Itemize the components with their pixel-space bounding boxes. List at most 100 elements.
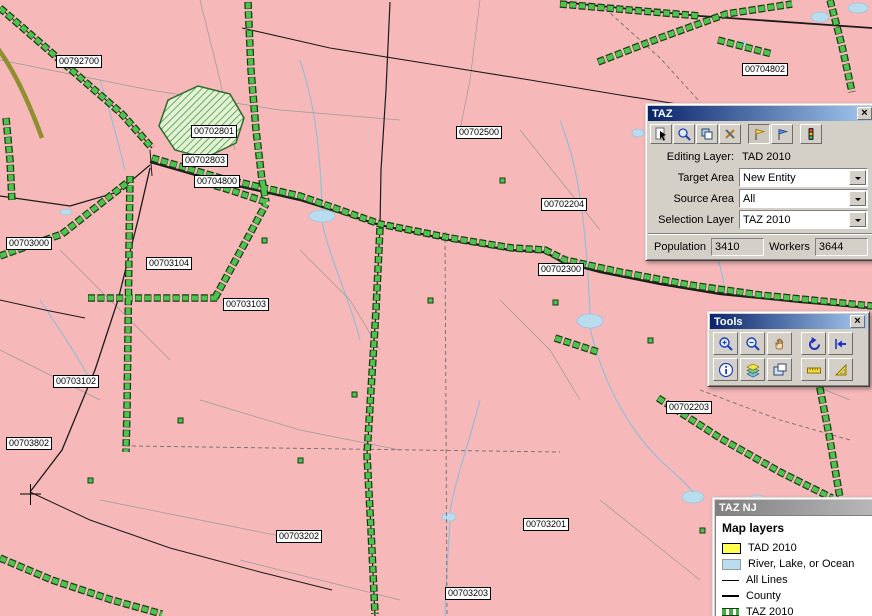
- taz-id-label: 00703102: [53, 375, 99, 388]
- legend-window-titlebar[interactable]: TAZ NJ: [715, 500, 872, 515]
- overlap-view-icon: [700, 127, 714, 141]
- legend-item: TAD 2010: [722, 540, 870, 556]
- taz-id-label: 00792700: [56, 55, 102, 68]
- taz-id-label: 00703203: [445, 587, 491, 600]
- measure-area-icon: [833, 362, 849, 378]
- close-icon[interactable]: ×: [857, 107, 872, 120]
- source-area-dropdown[interactable]: All: [739, 189, 868, 208]
- field-row-source-area: Source AreaAll: [648, 188, 872, 209]
- tools-row-2: [710, 355, 867, 381]
- measure-area-button[interactable]: [828, 358, 853, 381]
- zoom-out-button[interactable]: [740, 332, 765, 355]
- swatch-county-icon: [722, 595, 739, 597]
- taz-window-titlebar[interactable]: TAZ ×: [648, 106, 872, 121]
- traffic-light-button[interactable]: [800, 124, 822, 144]
- taz-id-label: 00702300: [538, 263, 584, 276]
- measure-length-button[interactable]: [801, 358, 826, 381]
- flag-blue-button[interactable]: [771, 124, 793, 144]
- legend-label: TAZ 2010: [746, 606, 794, 616]
- map-windows-button[interactable]: [767, 358, 792, 381]
- legend-window-title: TAZ NJ: [719, 502, 872, 514]
- undo-button[interactable]: [801, 332, 826, 355]
- swatch-tad-icon: [722, 543, 741, 554]
- legend-window: TAZ NJ Map layers TAD 2010 River, Lake, o…: [712, 497, 872, 616]
- layers-button[interactable]: [740, 358, 765, 381]
- workers-label: Workers: [769, 241, 810, 253]
- population-label: Population: [654, 241, 706, 253]
- taz-toolbar: [648, 121, 872, 146]
- legend-item: County: [722, 588, 870, 604]
- tools-icon: [723, 127, 737, 141]
- select-feature-icon: [654, 127, 668, 141]
- swatch-water-icon: [722, 559, 741, 570]
- select-feature-button[interactable]: [650, 124, 672, 144]
- undo-all-icon: [833, 336, 849, 352]
- undo-all-button[interactable]: [828, 332, 853, 355]
- taz-form: Editing Layer:TAD 2010Target AreaNew Ent…: [648, 146, 872, 230]
- editing-layer-value: TAD 2010: [739, 151, 868, 163]
- legend-label: County: [746, 590, 781, 602]
- swatch-alllines-icon: [722, 580, 739, 581]
- flag-yellow-icon: [752, 127, 766, 141]
- taz-window: TAZ ×: [645, 103, 872, 261]
- taz-id-label: 00703202: [276, 530, 322, 543]
- chevron-down-icon[interactable]: [849, 170, 866, 185]
- taz-id-label: 00703104: [146, 257, 192, 270]
- measure-length-icon: [806, 362, 822, 378]
- info-icon: [718, 362, 734, 378]
- info-button[interactable]: [713, 358, 738, 381]
- zoom-in-icon: [718, 336, 734, 352]
- overlap-view-button[interactable]: [696, 124, 718, 144]
- tools-row-1: [710, 329, 867, 355]
- selection-layer-label: Selection Layer: [648, 214, 739, 226]
- layers-icon: [745, 362, 761, 378]
- population-value: 3410: [711, 238, 764, 256]
- taz-stats: Population 3410 Workers 3644: [648, 233, 872, 258]
- pan-hand-icon: [772, 336, 788, 352]
- magnifier-icon: [677, 127, 691, 141]
- tools-window: Tools ×: [707, 311, 870, 387]
- map-view: 00792700 00704802 00702801 00702500 00702803…: [0, 0, 872, 616]
- taz-window-title: TAZ: [652, 108, 857, 120]
- flag-yellow-button[interactable]: [748, 124, 770, 144]
- field-row-editing-layer: Editing Layer:TAD 2010: [648, 146, 872, 167]
- legend-items: TAD 2010 River, Lake, or Ocean All Lines Co…: [722, 540, 870, 616]
- tools-button[interactable]: [719, 124, 741, 144]
- taz-id-label: 00703103: [223, 298, 269, 311]
- pan-button[interactable]: [767, 332, 792, 355]
- zoom-out-icon: [745, 336, 761, 352]
- legend-item: TAZ 2010: [722, 604, 870, 616]
- undo-icon: [806, 336, 822, 352]
- legend-label: TAD 2010: [748, 542, 797, 554]
- workers-value: 3644: [815, 238, 868, 256]
- chevron-down-icon[interactable]: [849, 212, 866, 227]
- taz-id-label: 00702204: [541, 198, 587, 211]
- taz-id-label: 00703000: [6, 237, 52, 250]
- zoom-in-button[interactable]: [713, 332, 738, 355]
- taz-id-label: 00702803: [182, 154, 228, 167]
- taz-id-label: 00704802: [742, 63, 788, 76]
- taz-id-label: 00704800: [194, 175, 240, 188]
- taz-id-label: 00702801: [191, 125, 237, 138]
- taz-id-label: 00702500: [456, 126, 502, 139]
- legend-item: River, Lake, or Ocean: [722, 556, 870, 572]
- close-icon[interactable]: ×: [850, 315, 865, 328]
- legend-label: River, Lake, or Ocean: [748, 558, 854, 570]
- magnifier-button[interactable]: [673, 124, 695, 144]
- tools-window-titlebar[interactable]: Tools ×: [710, 314, 867, 329]
- field-row-target-area: Target AreaNew Entity: [648, 167, 872, 188]
- legend-heading: Map layers: [722, 521, 870, 535]
- flag-blue-icon: [775, 127, 789, 141]
- editing-layer-label: Editing Layer:: [648, 151, 739, 163]
- map-windows-icon: [772, 362, 788, 378]
- taz-id-label: 00702203: [666, 401, 712, 414]
- taz-id-label: 00703201: [523, 518, 569, 531]
- target-area-dropdown[interactable]: New Entity: [739, 168, 868, 187]
- selection-layer-dropdown[interactable]: TAZ 2010: [739, 210, 868, 229]
- source-area-label: Source Area: [648, 193, 739, 205]
- legend-body: Map layers TAD 2010 River, Lake, or Ocean…: [715, 515, 872, 616]
- legend-label: All Lines: [746, 574, 788, 586]
- taz-id-label: 00703802: [6, 437, 52, 450]
- tools-window-title: Tools: [714, 316, 850, 328]
- chevron-down-icon[interactable]: [849, 191, 866, 206]
